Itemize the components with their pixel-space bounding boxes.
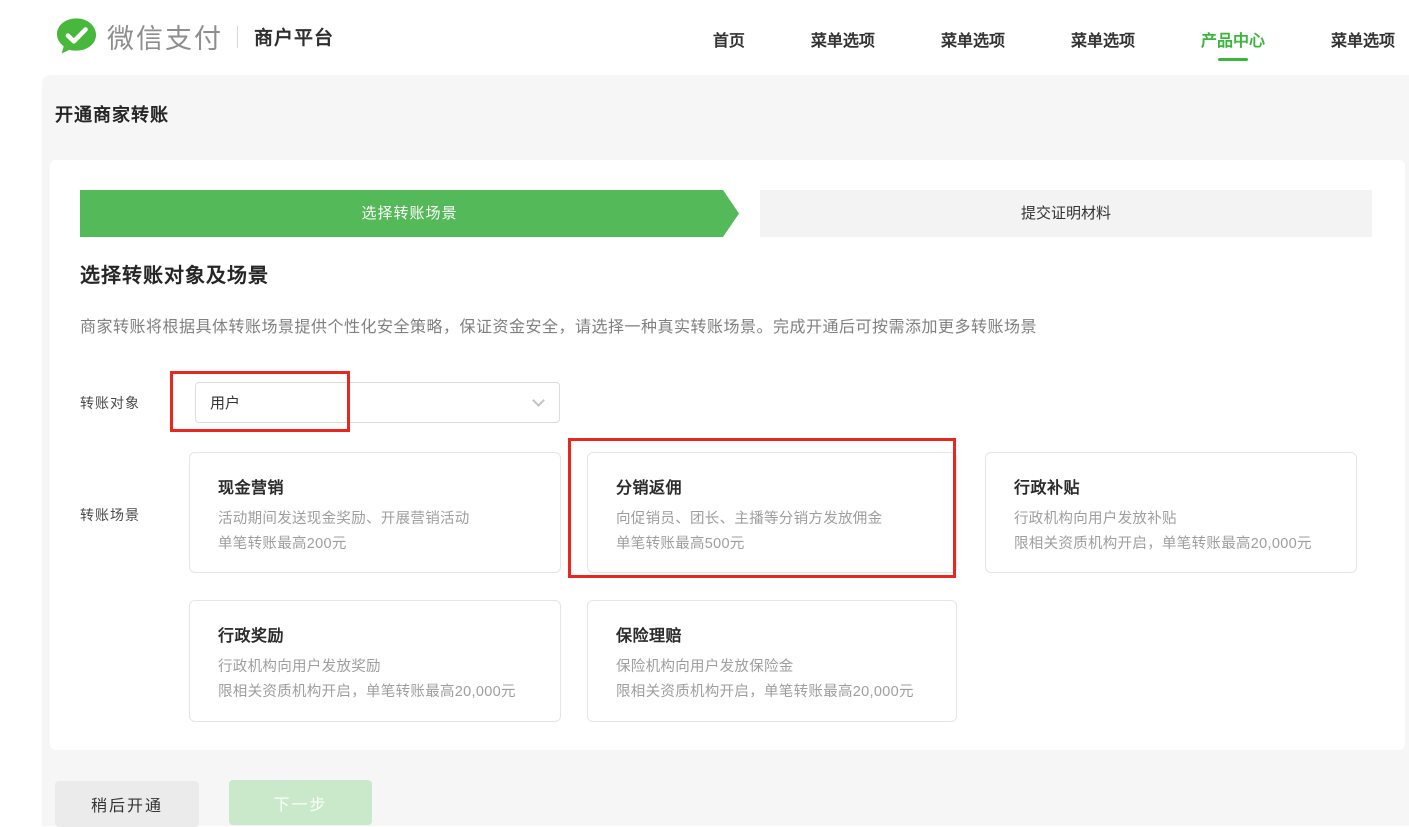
logo-divider bbox=[237, 26, 238, 48]
transfer-target-select[interactable]: 用户 bbox=[195, 382, 560, 423]
scene-card-title: 现金营销 bbox=[218, 474, 532, 498]
section-description: 商家转账将根据具体转账场景提供个性化安全策略，保证资金安全，请选择一种真实转账场… bbox=[80, 313, 1037, 337]
nav-item-product-center[interactable]: 产品中心 bbox=[1201, 27, 1265, 51]
scene-card-title: 保险理赔 bbox=[616, 622, 928, 646]
main-nav: 首页 菜单选项 菜单选项 菜单选项 产品中心 菜单选项 bbox=[713, 27, 1395, 51]
scene-card-desc: 向促销员、团长、主播等分销方发放佣金单笔转账最高500元 bbox=[616, 507, 928, 557]
scene-desc-line2: 限相关资质机构开启，单笔转账最高20,000元 bbox=[1014, 536, 1312, 552]
transfer-target-value: 用户 bbox=[210, 392, 240, 413]
transfer-scene-label: 转账场景 bbox=[80, 505, 140, 525]
scene-desc-line1: 行政机构向用户发放奖励 bbox=[218, 659, 381, 675]
step-submit-materials: 提交证明材料 bbox=[760, 190, 1372, 237]
content-card: 提交证明材料 选择转账场景 选择转账对象及场景 商家转账将根据具体转账场景提供个… bbox=[50, 160, 1405, 750]
scene-desc-line1: 行政机构向用户发放补贴 bbox=[1014, 511, 1177, 527]
scene-card-admin-subsidy[interactable]: 行政补贴 行政机构向用户发放补贴限相关资质机构开启，单笔转账最高20,000元 bbox=[985, 452, 1357, 573]
chevron-down-icon bbox=[532, 394, 545, 407]
scene-desc-line2: 限相关资质机构开启，单笔转账最高20,000元 bbox=[218, 684, 516, 700]
merchant-platform-page: 微信支付 商户平台 首页 菜单选项 菜单选项 菜单选项 产品中心 菜单选项 开通… bbox=[0, 0, 1409, 826]
scene-desc-line1: 保险机构向用户发放保险金 bbox=[616, 659, 794, 675]
nav-item-home[interactable]: 首页 bbox=[713, 27, 745, 51]
nav-item-menu-2[interactable]: 菜单选项 bbox=[941, 27, 1005, 51]
step-indicator: 提交证明材料 选择转账场景 bbox=[80, 190, 1372, 237]
scene-card-desc: 活动期间发送现金奖励、开展营销活动单笔转账最高200元 bbox=[218, 507, 532, 557]
portal-name: 商户平台 bbox=[254, 23, 334, 50]
scene-card-distribution-commission[interactable]: 分销返佣 向促销员、团长、主播等分销方发放佣金单笔转账最高500元 bbox=[587, 452, 957, 573]
scene-card-insurance-claim[interactable]: 保险理赔 保险机构向用户发放保险金限相关资质机构开启，单笔转账最高20,000元 bbox=[587, 600, 957, 722]
nav-item-menu-4[interactable]: 菜单选项 bbox=[1331, 27, 1395, 51]
scene-desc-line2: 单笔转账最高500元 bbox=[616, 536, 745, 552]
top-bar: 微信支付 商户平台 首页 菜单选项 菜单选项 菜单选项 产品中心 菜单选项 bbox=[0, 0, 1409, 75]
scene-card-cash-marketing[interactable]: 现金营销 活动期间发送现金奖励、开展营销活动单笔转账最高200元 bbox=[189, 452, 561, 573]
brand-name: 微信支付 bbox=[107, 17, 223, 56]
scene-card-title: 行政补贴 bbox=[1014, 474, 1328, 498]
transfer-target-label: 转账对象 bbox=[80, 393, 140, 413]
nav-item-menu-1[interactable]: 菜单选项 bbox=[811, 27, 875, 51]
scene-card-title: 分销返佣 bbox=[616, 474, 928, 498]
logo[interactable]: 微信支付 商户平台 bbox=[55, 16, 334, 57]
step-choose-scene: 选择转账场景 bbox=[80, 190, 739, 237]
next-step-button[interactable]: 下一步 bbox=[229, 780, 372, 825]
scene-card-desc: 行政机构向用户发放补贴限相关资质机构开启，单笔转账最高20,000元 bbox=[1014, 507, 1328, 557]
scene-desc-line1: 活动期间发送现金奖励、开展营销活动 bbox=[218, 511, 470, 527]
scene-card-title: 行政奖励 bbox=[218, 622, 532, 646]
open-later-button[interactable]: 稍后开通 bbox=[55, 781, 199, 827]
scene-card-admin-reward[interactable]: 行政奖励 行政机构向用户发放奖励限相关资质机构开启，单笔转账最高20,000元 bbox=[189, 600, 561, 722]
scene-desc-line2: 限相关资质机构开启，单笔转账最高20,000元 bbox=[616, 684, 914, 700]
scene-card-desc: 行政机构向用户发放奖励限相关资质机构开启，单笔转账最高20,000元 bbox=[218, 655, 532, 705]
wechat-pay-icon bbox=[55, 16, 98, 57]
scene-desc-line2: 单笔转账最高200元 bbox=[218, 536, 347, 552]
page-title: 开通商家转账 bbox=[55, 101, 169, 127]
nav-item-menu-3[interactable]: 菜单选项 bbox=[1071, 27, 1135, 51]
scene-desc-line1: 向促销员、团长、主播等分销方发放佣金 bbox=[616, 511, 882, 527]
section-heading: 选择转账对象及场景 bbox=[80, 259, 269, 288]
scene-card-desc: 保险机构向用户发放保险金限相关资质机构开启，单笔转账最高20,000元 bbox=[616, 655, 928, 705]
